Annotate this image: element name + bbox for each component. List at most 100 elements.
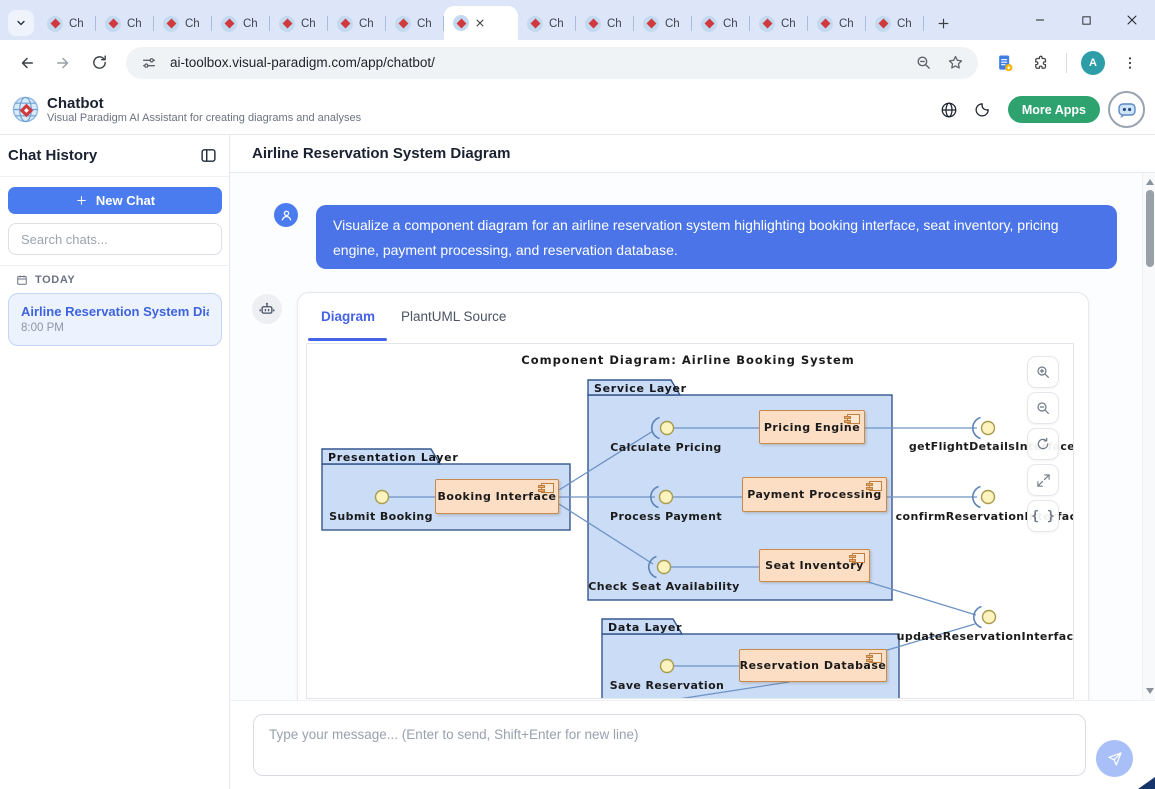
tab-separator [923, 16, 924, 31]
package-label-service: Service Layer [594, 382, 687, 395]
browser-tab-active[interactable] [444, 6, 518, 40]
reload-button[interactable] [84, 48, 114, 78]
sidebar-divider [0, 265, 229, 266]
chat-history-item[interactable]: Airline Reservation System Dia... 8:00 P… [8, 293, 222, 346]
tab-plantuml-source[interactable]: PlantUML Source [401, 309, 506, 324]
vp-favicon-icon [817, 16, 833, 32]
browser-tab[interactable]: Ch [518, 7, 576, 40]
browser-tab[interactable]: Ch [692, 7, 750, 40]
vp-favicon-icon [279, 16, 295, 32]
scroll-up-arrow-icon[interactable] [1146, 179, 1154, 185]
browser-tab[interactable]: Ch [750, 7, 808, 40]
profile-avatar[interactable]: A [1081, 51, 1105, 75]
visual-paradigm-logo [12, 96, 39, 123]
fit-content-button[interactable]: { } [1027, 500, 1059, 532]
tab-title: Ch [607, 18, 622, 30]
tab-search-button[interactable] [8, 10, 34, 36]
fullscreen-button[interactable] [1027, 464, 1059, 496]
component-icon [847, 414, 860, 424]
dark-mode-button[interactable] [966, 93, 1000, 127]
browser-tab[interactable]: Ch [38, 7, 96, 40]
more-apps-button[interactable]: More Apps [1008, 96, 1100, 123]
chat-item-time: 8:00 PM [21, 322, 209, 334]
chatbot-logo [1108, 91, 1145, 128]
window-controls [1017, 0, 1155, 40]
vp-favicon-icon [47, 16, 63, 32]
card-tabs: Diagram PlantUML Source [298, 293, 506, 339]
browser-tab[interactable]: Ch [154, 7, 212, 40]
component-booking-interface: Booking Interface [435, 479, 559, 514]
site-settings-button[interactable] [138, 52, 160, 74]
diagram-viewport[interactable]: Component Diagram: Airline Booking Syste… [306, 343, 1074, 699]
corner-widget [1138, 777, 1155, 789]
vp-favicon-icon [585, 16, 601, 32]
kebab-menu-icon [1122, 55, 1138, 71]
braces-icon: { } [1031, 509, 1054, 524]
browser-tab[interactable]: Ch [386, 7, 444, 40]
tab-title: Ch [417, 18, 432, 30]
reload-icon [91, 54, 108, 71]
robot-icon [258, 300, 276, 318]
magnifier-icon [915, 54, 932, 71]
language-button[interactable] [932, 93, 966, 127]
browser-menu-button[interactable] [1115, 48, 1145, 78]
tab-close-icon[interactable] [475, 18, 485, 28]
app-title: Chatbot [47, 95, 361, 112]
bookmark-button[interactable] [944, 52, 966, 74]
zoom-in-button[interactable] [1027, 356, 1059, 388]
port-label: Save Reservation [610, 679, 725, 692]
main-panel: Airline Reservation System Diagram Visua… [230, 135, 1155, 789]
minimize-icon [1034, 14, 1046, 26]
paper-plane-icon [1107, 751, 1123, 767]
message-input[interactable] [253, 714, 1086, 776]
browser-tab[interactable]: Ch [808, 7, 866, 40]
panel-collapse-icon[interactable] [200, 147, 217, 164]
zoom-out-icon [1035, 400, 1051, 416]
address-bar[interactable]: ai-toolbox.visual-paradigm.com/app/chatb… [126, 47, 978, 79]
forward-button[interactable] [48, 48, 78, 78]
search-chats-input[interactable] [8, 223, 222, 255]
zoom-out-button[interactable] [1027, 392, 1059, 424]
docs-extension-button[interactable] [990, 48, 1020, 78]
browser-tab[interactable]: Ch [96, 7, 154, 40]
globe-icon [940, 101, 958, 119]
maximize-button[interactable] [1063, 0, 1109, 40]
close-window-button[interactable] [1109, 0, 1155, 40]
minimize-button[interactable] [1017, 0, 1063, 40]
active-tab-underline [308, 338, 387, 341]
today-section-label: TODAY [16, 274, 75, 286]
browser-tab[interactable]: Ch [270, 7, 328, 40]
browser-tab[interactable]: Ch [328, 7, 386, 40]
scrollbar-thumb[interactable] [1146, 190, 1154, 267]
chat-scrollbar[interactable] [1142, 173, 1155, 700]
vp-favicon-icon [875, 16, 891, 32]
user-avatar [274, 203, 298, 227]
browser-tab[interactable]: Ch [866, 7, 924, 40]
new-chat-button[interactable]: New Chat [8, 187, 222, 214]
extensions-button[interactable] [1026, 48, 1056, 78]
tab-title: Ch [781, 18, 796, 30]
calendar-icon [16, 274, 28, 286]
reset-view-icon [1035, 436, 1051, 452]
back-arrow-icon [18, 54, 36, 72]
browser-tab[interactable]: Ch [212, 7, 270, 40]
url-text: ai-toolbox.visual-paradigm.com/app/chatb… [170, 55, 902, 70]
vp-favicon-icon [759, 16, 775, 32]
zoom-reset-button[interactable] [1027, 428, 1059, 460]
expand-icon [1036, 473, 1051, 488]
zoom-indicator-button[interactable] [912, 52, 934, 74]
conversation-titlebar: Airline Reservation System Diagram [230, 135, 1155, 173]
chat-scroll-area: Visualize a component diagram for an air… [230, 173, 1155, 700]
browser-tabstrip: ChChChChChChCh ChChChChChChCh [0, 0, 1155, 40]
tab-title: Ch [185, 18, 200, 30]
tab-title: Ch [69, 18, 84, 30]
browser-tab[interactable]: Ch [576, 7, 634, 40]
tab-diagram[interactable]: Diagram [321, 309, 375, 324]
close-icon [1126, 14, 1138, 26]
new-tab-button[interactable] [930, 10, 956, 36]
browser-tab[interactable]: Ch [634, 7, 692, 40]
app-subtitle: Visual Paradigm AI Assistant for creatin… [47, 112, 361, 124]
back-button[interactable] [12, 48, 42, 78]
send-button[interactable] [1096, 740, 1133, 777]
scroll-down-arrow-icon[interactable] [1146, 688, 1154, 694]
